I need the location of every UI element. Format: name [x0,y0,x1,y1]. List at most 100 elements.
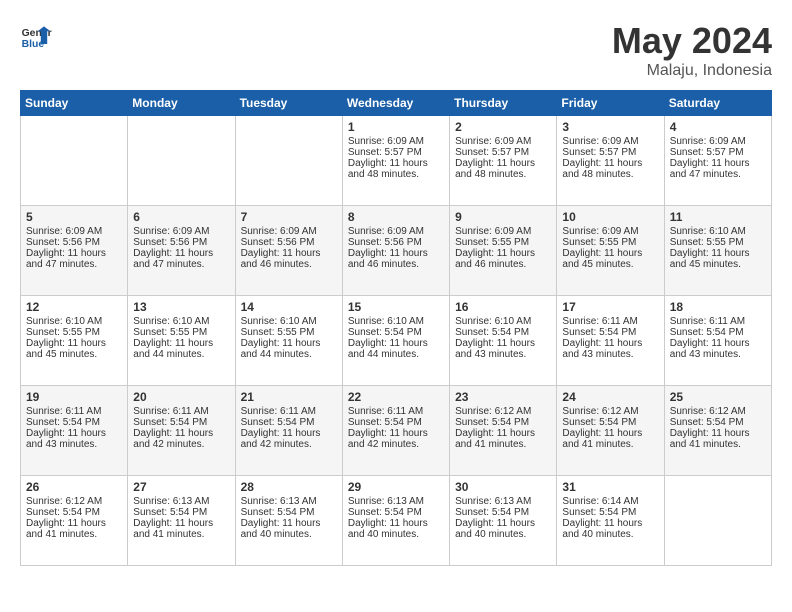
sunset-text: Sunset: 5:54 PM [670,417,744,428]
daylight-label: Daylight: 11 hours and 48 minutes. [348,158,428,180]
sunset-text: Sunset: 5:54 PM [562,327,636,338]
calendar-cell: 30Sunrise: 6:13 AMSunset: 5:54 PMDayligh… [450,476,557,566]
daylight-label: Daylight: 11 hours and 47 minutes. [133,248,213,270]
sunrise-text: Sunrise: 6:09 AM [455,226,531,237]
day-number: 8 [348,210,444,224]
sunset-text: Sunset: 5:54 PM [133,507,207,518]
day-number: 23 [455,390,551,404]
sunrise-text: Sunrise: 6:10 AM [241,316,317,327]
sunset-text: Sunset: 5:54 PM [455,327,529,338]
logo-icon: General Blue [20,20,52,52]
sunrise-text: Sunrise: 6:11 AM [670,316,745,327]
location: Malaju, Indonesia [612,62,772,80]
day-number: 26 [26,480,122,494]
calendar-cell [664,476,771,566]
day-number: 27 [133,480,229,494]
calendar-table: SundayMondayTuesdayWednesdayThursdayFrid… [20,90,772,566]
sunrise-text: Sunrise: 6:13 AM [455,496,531,507]
calendar-cell: 8Sunrise: 6:09 AMSunset: 5:56 PMDaylight… [342,206,449,296]
day-number: 15 [348,300,444,314]
sunrise-text: Sunrise: 6:09 AM [348,226,424,237]
day-number: 29 [348,480,444,494]
sunrise-text: Sunrise: 6:13 AM [133,496,209,507]
sunset-text: Sunset: 5:54 PM [26,417,100,428]
day-number: 30 [455,480,551,494]
sunset-text: Sunset: 5:56 PM [348,237,422,248]
calendar-cell: 23Sunrise: 6:12 AMSunset: 5:54 PMDayligh… [450,386,557,476]
sunrise-text: Sunrise: 6:09 AM [348,136,424,147]
daylight-label: Daylight: 11 hours and 40 minutes. [562,518,642,540]
calendar-cell: 19Sunrise: 6:11 AMSunset: 5:54 PMDayligh… [21,386,128,476]
page-header: General Blue May 2024 Malaju, Indonesia [20,20,772,80]
daylight-label: Daylight: 11 hours and 42 minutes. [241,428,321,450]
sunset-text: Sunset: 5:54 PM [670,327,744,338]
calendar-cell: 20Sunrise: 6:11 AMSunset: 5:54 PMDayligh… [128,386,235,476]
sunrise-text: Sunrise: 6:09 AM [670,136,746,147]
calendar-cell: 12Sunrise: 6:10 AMSunset: 5:55 PMDayligh… [21,296,128,386]
daylight-label: Daylight: 11 hours and 41 minutes. [26,518,106,540]
day-number: 1 [348,120,444,134]
sunrise-text: Sunrise: 6:12 AM [670,406,746,417]
sunset-text: Sunset: 5:55 PM [241,327,315,338]
day-number: 9 [455,210,551,224]
daylight-label: Daylight: 11 hours and 44 minutes. [133,338,213,360]
sunset-text: Sunset: 5:54 PM [348,507,422,518]
sunset-text: Sunset: 5:54 PM [241,417,315,428]
daylight-label: Daylight: 11 hours and 43 minutes. [670,338,750,360]
day-number: 24 [562,390,658,404]
daylight-label: Daylight: 11 hours and 48 minutes. [455,158,535,180]
sunset-text: Sunset: 5:54 PM [455,417,529,428]
day-number: 18 [670,300,766,314]
sunrise-text: Sunrise: 6:12 AM [26,496,102,507]
daylight-label: Daylight: 11 hours and 47 minutes. [26,248,106,270]
calendar-cell: 24Sunrise: 6:12 AMSunset: 5:54 PMDayligh… [557,386,664,476]
day-number: 3 [562,120,658,134]
daylight-label: Daylight: 11 hours and 41 minutes. [670,428,750,450]
sunrise-text: Sunrise: 6:10 AM [133,316,209,327]
sunset-text: Sunset: 5:56 PM [241,237,315,248]
sunrise-text: Sunrise: 6:09 AM [562,136,638,147]
sunrise-text: Sunrise: 6:09 AM [562,226,638,237]
calendar-cell: 22Sunrise: 6:11 AMSunset: 5:54 PMDayligh… [342,386,449,476]
daylight-label: Daylight: 11 hours and 42 minutes. [348,428,428,450]
sunrise-text: Sunrise: 6:11 AM [26,406,101,417]
sunrise-text: Sunrise: 6:10 AM [455,316,531,327]
day-number: 2 [455,120,551,134]
col-header-friday: Friday [557,91,664,116]
sunset-text: Sunset: 5:56 PM [133,237,207,248]
calendar-cell: 31Sunrise: 6:14 AMSunset: 5:54 PMDayligh… [557,476,664,566]
sunset-text: Sunset: 5:54 PM [26,507,100,518]
day-number: 22 [348,390,444,404]
day-number: 5 [26,210,122,224]
day-number: 16 [455,300,551,314]
calendar-cell: 9Sunrise: 6:09 AMSunset: 5:55 PMDaylight… [450,206,557,296]
sunset-text: Sunset: 5:55 PM [133,327,207,338]
daylight-label: Daylight: 11 hours and 43 minutes. [562,338,642,360]
sunrise-text: Sunrise: 6:09 AM [26,226,102,237]
sunrise-text: Sunrise: 6:11 AM [348,406,423,417]
daylight-label: Daylight: 11 hours and 40 minutes. [241,518,321,540]
sunset-text: Sunset: 5:57 PM [562,147,636,158]
month-title: May 2024 [612,20,772,62]
sunrise-text: Sunrise: 6:09 AM [455,136,531,147]
day-number: 13 [133,300,229,314]
calendar-cell: 15Sunrise: 6:10 AMSunset: 5:54 PMDayligh… [342,296,449,386]
sunrise-text: Sunrise: 6:09 AM [241,226,317,237]
daylight-label: Daylight: 11 hours and 41 minutes. [562,428,642,450]
daylight-label: Daylight: 11 hours and 45 minutes. [670,248,750,270]
title-block: May 2024 Malaju, Indonesia [612,20,772,80]
daylight-label: Daylight: 11 hours and 44 minutes. [348,338,428,360]
daylight-label: Daylight: 11 hours and 45 minutes. [562,248,642,270]
calendar-cell: 6Sunrise: 6:09 AMSunset: 5:56 PMDaylight… [128,206,235,296]
sunset-text: Sunset: 5:57 PM [348,147,422,158]
calendar-cell: 16Sunrise: 6:10 AMSunset: 5:54 PMDayligh… [450,296,557,386]
day-number: 17 [562,300,658,314]
calendar-cell: 3Sunrise: 6:09 AMSunset: 5:57 PMDaylight… [557,116,664,206]
sunset-text: Sunset: 5:55 PM [562,237,636,248]
daylight-label: Daylight: 11 hours and 41 minutes. [455,428,535,450]
col-header-wednesday: Wednesday [342,91,449,116]
sunrise-text: Sunrise: 6:14 AM [562,496,638,507]
day-number: 21 [241,390,337,404]
sunrise-text: Sunrise: 6:12 AM [562,406,638,417]
daylight-label: Daylight: 11 hours and 45 minutes. [26,338,106,360]
